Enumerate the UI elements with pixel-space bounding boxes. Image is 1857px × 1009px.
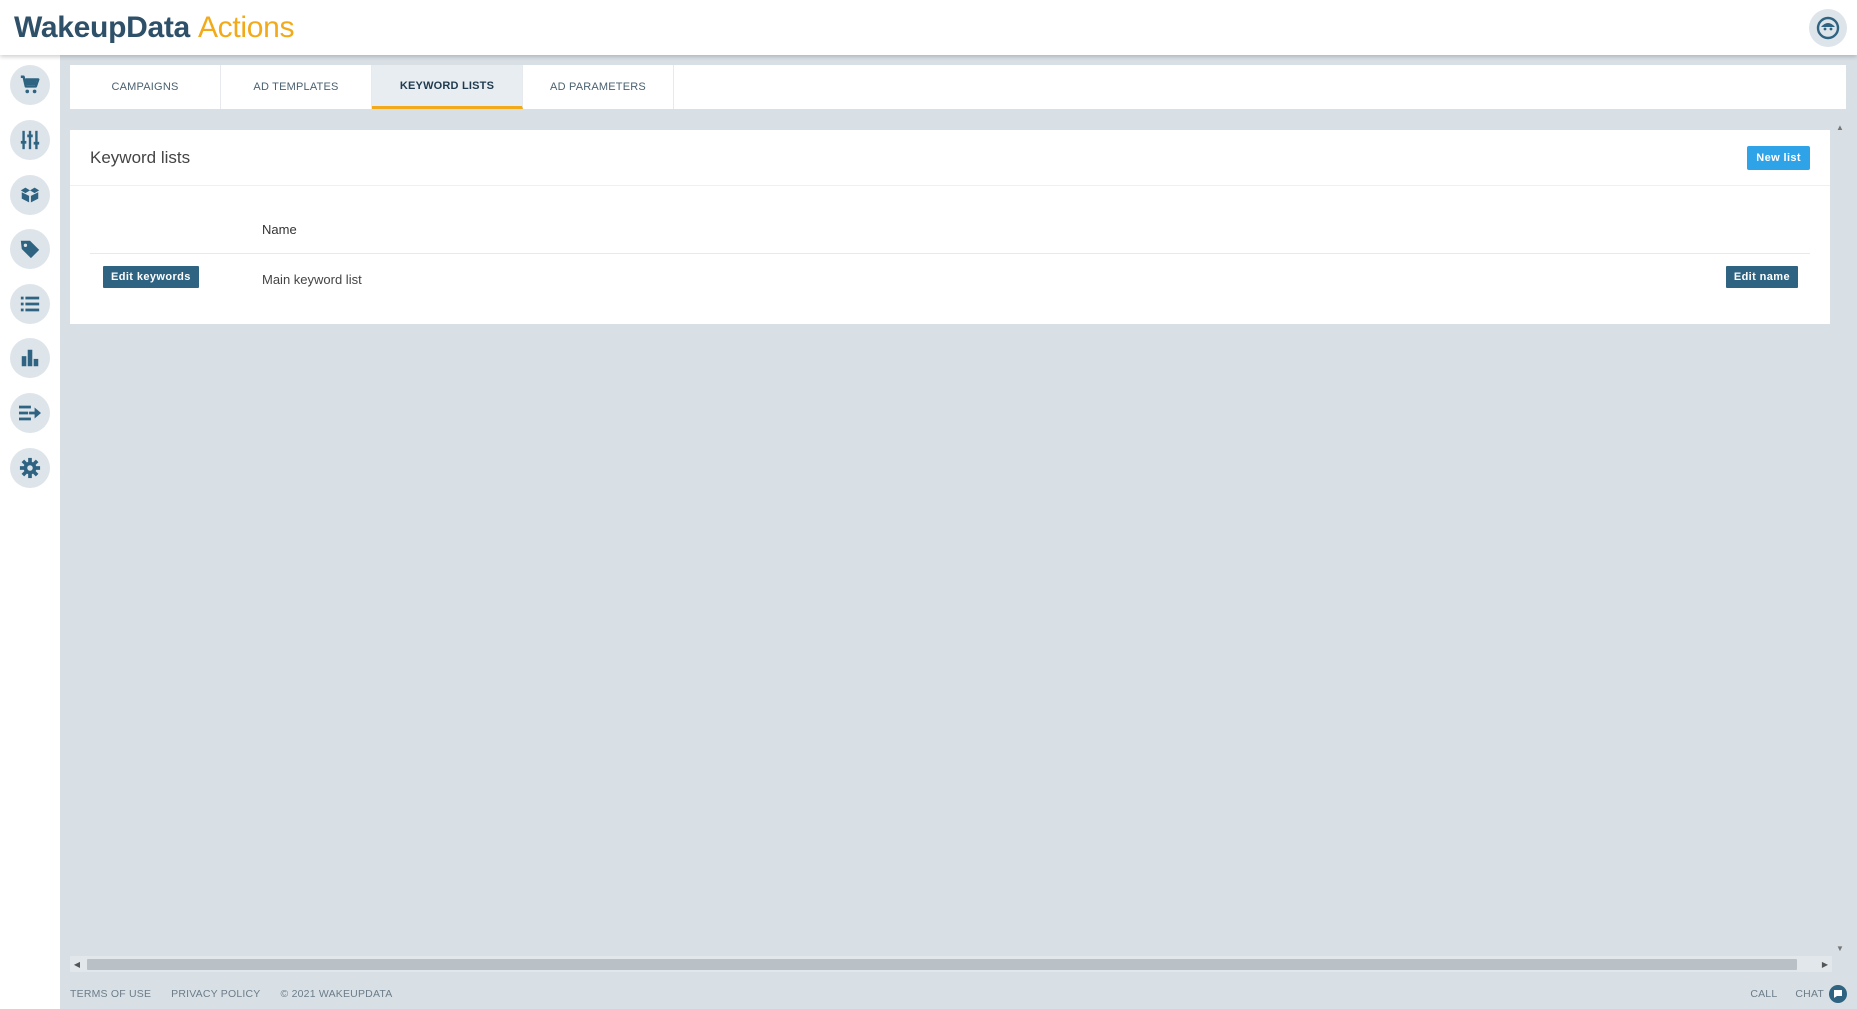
top-bar: WakeupData Actions — [0, 0, 1857, 55]
keyword-lists-table: Name Edit keywords Main keyword list Edi… — [90, 192, 1810, 302]
page-title: Keyword lists — [90, 147, 191, 167]
scroll-right-icon[interactable]: ▶ — [1818, 956, 1832, 972]
logo-product: Actions — [197, 10, 295, 44]
sidebar-item-boxes[interactable] — [10, 175, 50, 215]
sidebar-item-settings[interactable] — [10, 448, 50, 488]
app-logo[interactable]: WakeupData Actions — [14, 10, 295, 45]
scroll-left-icon[interactable]: ◀ — [70, 956, 84, 972]
scroll-down-icon[interactable]: ▼ — [1833, 941, 1847, 955]
call-link[interactable]: CALL — [1750, 988, 1777, 1000]
cart-icon — [20, 75, 40, 94]
table-row: Edit keywords Main keyword list Edit nam… — [90, 254, 1810, 302]
keyword-list-name: Main keyword list — [262, 272, 362, 287]
export-icon — [19, 405, 41, 421]
edit-name-button[interactable]: Edit name — [1725, 266, 1798, 288]
sliders-icon — [20, 130, 40, 150]
chat-label: CHAT — [1795, 987, 1824, 1000]
tab-campaigns[interactable]: CAMPAIGNS — [70, 65, 221, 109]
sidebar-item-lists[interactable] — [10, 284, 50, 324]
horizontal-scrollbar[interactable]: ◀ ▶ — [70, 956, 1832, 972]
user-face-icon — [1816, 16, 1840, 40]
sidebar-item-reports[interactable] — [10, 338, 50, 378]
user-avatar[interactable] — [1809, 9, 1847, 47]
vertical-scrollbar[interactable]: ▲ ▼ — [1833, 120, 1847, 955]
column-header-name: Name — [262, 222, 297, 237]
sidebar-item-tags[interactable] — [10, 229, 50, 269]
chat-icon — [1829, 984, 1847, 1003]
privacy-policy-link[interactable]: PRIVACY POLICY — [171, 988, 260, 1000]
horizontal-scroll-thumb[interactable] — [87, 959, 1797, 970]
tab-bar: CAMPAIGNS AD TEMPLATES KEYWORD LISTS AD … — [70, 65, 1846, 109]
new-list-button[interactable]: New list — [1747, 145, 1810, 170]
sidebar — [0, 55, 60, 1009]
sidebar-item-export[interactable] — [10, 393, 50, 433]
bar-chart-icon — [21, 349, 39, 367]
boxes-icon — [20, 187, 40, 203]
tab-ad-templates[interactable]: AD TEMPLATES — [221, 65, 372, 109]
tag-icon — [20, 240, 40, 259]
terms-of-use-link[interactable]: TERMS OF USE — [70, 988, 151, 1000]
panel-header: Keyword lists New list — [70, 130, 1830, 186]
list-icon — [20, 296, 40, 312]
tab-ad-parameters[interactable]: AD PARAMETERS — [523, 65, 674, 109]
tab-keyword-lists[interactable]: KEYWORD LISTS — [372, 65, 523, 109]
sidebar-item-sliders[interactable] — [10, 120, 50, 160]
footer: TERMS OF USE PRIVACY POLICY © 2021 WAKEU… — [60, 978, 1857, 1009]
table-header: Name — [90, 192, 1810, 254]
sidebar-item-cart[interactable] — [10, 65, 50, 105]
scroll-up-icon[interactable]: ▲ — [1833, 120, 1847, 134]
copyright-text: © 2021 WAKEUPDATA — [280, 987, 393, 1000]
keyword-lists-panel: Keyword lists New list Name Edit keyword… — [70, 130, 1830, 324]
chat-button[interactable]: CHAT — [1795, 984, 1847, 1003]
edit-keywords-button[interactable]: Edit keywords — [103, 266, 199, 288]
logo-brand: WakeupData — [14, 10, 190, 44]
gear-icon — [19, 457, 41, 479]
